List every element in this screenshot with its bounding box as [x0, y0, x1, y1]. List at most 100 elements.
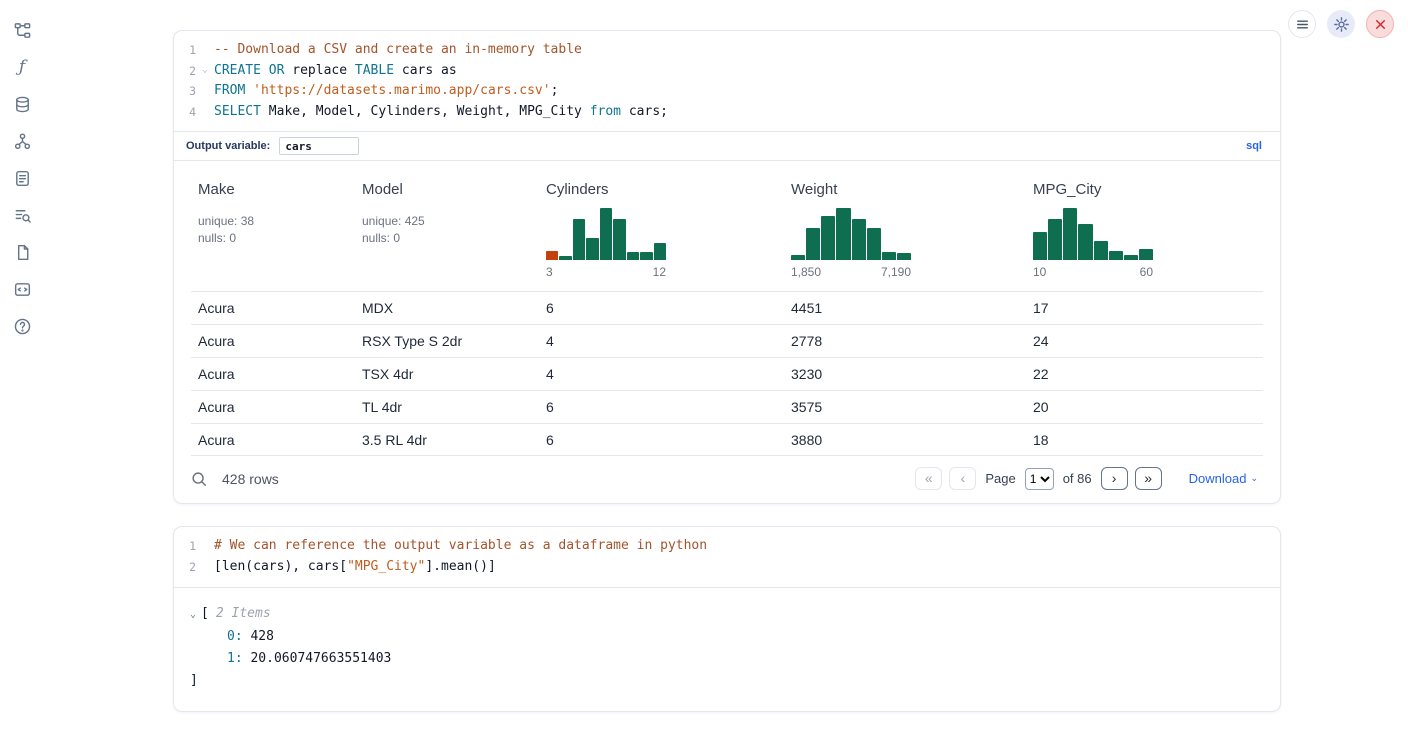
- output-variable-row: Output variable: sql: [174, 131, 1280, 160]
- table-cell: 3230: [784, 366, 1026, 382]
- code-text: -- Download a CSV and create an in-memor…: [214, 40, 582, 61]
- page-of-label: of 86: [1063, 471, 1092, 486]
- notebook-content: 1 -- Download a CSV and create an in-memo…: [173, 30, 1281, 712]
- table-row: AcuraTL 4dr6357520: [191, 390, 1263, 423]
- open-bracket: [: [201, 606, 209, 621]
- column-name-mpg_city[interactable]: MPG_City: [1033, 181, 1101, 198]
- fold-gutter: [196, 40, 214, 61]
- sql-code-editor[interactable]: 1-- Download a CSV and create an in-memo…: [174, 31, 1280, 131]
- stat-line: nulls: 0: [362, 230, 539, 247]
- table-cell: Acura: [191, 300, 355, 316]
- axis-max-label: 12: [653, 265, 666, 279]
- chevron-down-icon: ⌄: [1250, 473, 1258, 484]
- settings-button[interactable]: [1327, 10, 1355, 38]
- first-page-button[interactable]: «: [915, 467, 942, 490]
- documentation-icon: [13, 243, 32, 262]
- sql-cell: 1 -- Download a CSV and create an in-memo…: [173, 30, 1281, 504]
- table-row: Acura3.5 RL 4dr6388018: [191, 423, 1263, 456]
- item-value: 20.060747663551403: [243, 651, 392, 666]
- menu-button[interactable]: [1288, 10, 1316, 38]
- histogram-bar: [1033, 232, 1047, 261]
- fold-gutter: [196, 557, 214, 578]
- column-stats: unique: 38nulls: 0: [198, 213, 355, 246]
- python-cell: 1 # We can reference the output variable …: [173, 526, 1281, 711]
- histogram-bar: [1094, 241, 1108, 260]
- table-cell: 24: [1026, 333, 1263, 349]
- sidebar-snippets-button[interactable]: [10, 277, 34, 301]
- fold-gutter: [196, 102, 214, 123]
- column-header: Weight1,8507,190: [784, 181, 1026, 279]
- table-cell: Acura: [191, 432, 355, 448]
- histogram-bar: [1124, 255, 1138, 261]
- column-header: Model unique: 425nulls: 0: [355, 181, 539, 279]
- fold-chevron-icon[interactable]: ⌄: [196, 61, 214, 82]
- output-list-item: 0: 428: [190, 626, 1264, 648]
- line-number: 2: [174, 557, 196, 578]
- histogram-bar: [586, 238, 598, 261]
- column-histogram: 10 60: [1033, 208, 1153, 279]
- table-cell: 6: [539, 432, 784, 448]
- row-count: 428 rows: [222, 471, 279, 487]
- axis-max-label: 60: [1140, 265, 1153, 279]
- sidebar-table-of-contents-button[interactable]: [10, 203, 34, 227]
- collapse-chevron-icon[interactable]: ⌄: [190, 609, 196, 620]
- sidebar-datasources-button[interactable]: [10, 92, 34, 116]
- close-button[interactable]: [1366, 10, 1394, 38]
- histogram-bar: [821, 216, 835, 261]
- search-icon[interactable]: [190, 470, 208, 488]
- column-name-cylinders[interactable]: Cylinders: [546, 181, 609, 198]
- column-name-model[interactable]: Model: [362, 181, 403, 198]
- pagination: «‹ Page 1 of 86 ›» Download ⌄: [915, 467, 1264, 490]
- code-text: SELECT Make, Model, Cylinders, Weight, M…: [214, 102, 668, 123]
- sidebar-logs-button[interactable]: [10, 166, 34, 190]
- table-of-contents-icon: [13, 206, 32, 225]
- code-line: 2⌄CREATE OR replace TABLE cars as: [174, 61, 1280, 82]
- line-number: 1: [174, 536, 196, 557]
- python-code-editor[interactable]: 1 # We can reference the output variable …: [174, 527, 1280, 586]
- table-row: AcuraMDX6445117: [191, 291, 1263, 324]
- histogram-bar: [627, 252, 639, 260]
- table-cell: RSX Type S 2dr: [355, 333, 539, 349]
- stat-line: unique: 425: [362, 213, 539, 230]
- items-count-label: 2 Items: [216, 606, 271, 621]
- table-cell: 20: [1026, 399, 1263, 415]
- sidebar-file-tree-button[interactable]: [10, 18, 34, 42]
- histogram-bars: [791, 208, 911, 260]
- download-button[interactable]: Download ⌄: [1183, 470, 1264, 487]
- line-number: 2: [174, 61, 196, 82]
- logs-icon: [13, 169, 32, 188]
- histogram-bar: [573, 219, 585, 261]
- table-cell: 3880: [784, 432, 1026, 448]
- column-header: Cylinders 3 12: [539, 181, 784, 279]
- histogram-bar: [867, 228, 881, 260]
- column-histogram: 3 12: [546, 208, 666, 279]
- last-page-button[interactable]: »: [1135, 467, 1162, 490]
- table-cell: 17: [1026, 300, 1263, 316]
- table-cell: 4: [539, 366, 784, 382]
- histogram-bar: [791, 255, 805, 260]
- axis-min-label: 3: [546, 265, 553, 279]
- histogram-bar: [654, 243, 666, 261]
- column-header: Make unique: 38nulls: 0: [191, 181, 355, 279]
- code-text: # We can reference the output variable a…: [214, 536, 707, 557]
- table-cell: 6: [539, 399, 784, 415]
- table-cell: TSX 4dr: [355, 366, 539, 382]
- line-number: 4: [174, 102, 196, 123]
- output-variable-input[interactable]: [279, 137, 359, 155]
- axis-min-label: 10: [1033, 265, 1046, 279]
- sidebar-help-button[interactable]: [10, 314, 34, 338]
- language-badge[interactable]: sql: [1240, 139, 1268, 153]
- code-line: 3FROM 'https://datasets.marimo.app/cars.…: [174, 81, 1280, 102]
- table-cell: Acura: [191, 333, 355, 349]
- sidebar-functions-button[interactable]: ƒ: [10, 55, 34, 79]
- next-page-button[interactable]: ›: [1101, 467, 1128, 490]
- page-select[interactable]: 1: [1025, 468, 1054, 490]
- column-name-make[interactable]: Make: [198, 181, 235, 198]
- column-name-weight[interactable]: Weight: [791, 181, 837, 198]
- prev-page-button[interactable]: ‹: [949, 467, 976, 490]
- sidebar-dependency-graph-button[interactable]: [10, 129, 34, 153]
- code-line: 2[len(cars), cars["MPG_City"].mean()]: [174, 557, 1280, 578]
- stat-line: unique: 38: [198, 213, 355, 230]
- histogram-bar: [546, 251, 558, 261]
- sidebar-documentation-button[interactable]: [10, 240, 34, 264]
